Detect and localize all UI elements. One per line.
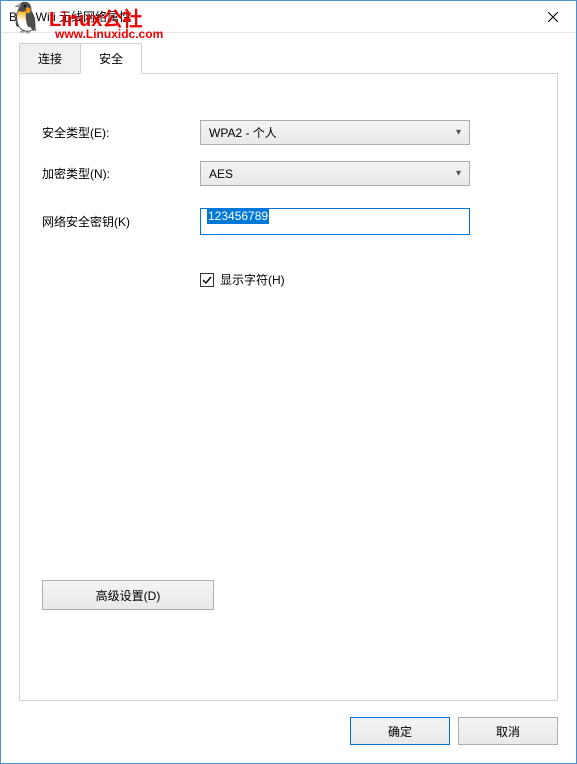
encryption-type-value: AES: [209, 167, 456, 181]
network-key-input[interactable]: 123456789: [200, 208, 470, 235]
encryption-type-select[interactable]: AES ▾: [200, 161, 470, 186]
chevron-down-icon: ▾: [456, 127, 461, 138]
window-title: B_X-Wifi 无线网络属性: [9, 8, 530, 25]
network-key-row: 网络安全密钥(K) 123456789: [42, 208, 535, 235]
show-chars-row[interactable]: 显示字符(H): [200, 271, 535, 288]
titlebar: B_X-Wifi 无线网络属性 🐧 Linux公社 www.Linuxidc.c…: [1, 1, 576, 33]
security-type-select[interactable]: WPA2 - 个人 ▾: [200, 120, 470, 145]
cancel-button[interactable]: 取消: [458, 717, 558, 745]
encryption-type-label: 加密类型(N):: [42, 165, 200, 182]
show-chars-checkbox[interactable]: [200, 273, 214, 287]
close-icon: [548, 12, 558, 22]
security-type-label: 安全类型(E):: [42, 124, 200, 141]
show-chars-label: 显示字符(H): [220, 271, 285, 288]
security-type-row: 安全类型(E): WPA2 - 个人 ▾: [42, 120, 535, 145]
chevron-down-icon: ▾: [456, 168, 461, 179]
properties-dialog: B_X-Wifi 无线网络属性 🐧 Linux公社 www.Linuxidc.c…: [0, 0, 577, 764]
ok-button[interactable]: 确定: [350, 717, 450, 745]
check-icon: [202, 275, 212, 285]
tab-security[interactable]: 安全: [80, 43, 142, 74]
tab-connect[interactable]: 连接: [19, 43, 81, 74]
tab-bar: 连接 安全: [1, 33, 576, 74]
network-key-label: 网络安全密钥(K): [42, 213, 200, 230]
security-panel: 安全类型(E): WPA2 - 个人 ▾ 加密类型(N): AES ▾ 网络安全…: [19, 73, 558, 701]
advanced-settings-button[interactable]: 高级设置(D): [42, 580, 214, 610]
close-button[interactable]: [530, 1, 576, 32]
encryption-type-row: 加密类型(N): AES ▾: [42, 161, 535, 186]
network-key-value: 123456789: [207, 208, 269, 224]
security-type-value: WPA2 - 个人: [209, 124, 456, 141]
advanced-row: 高级设置(D): [42, 580, 535, 610]
dialog-footer: 确定 取消: [1, 711, 576, 763]
